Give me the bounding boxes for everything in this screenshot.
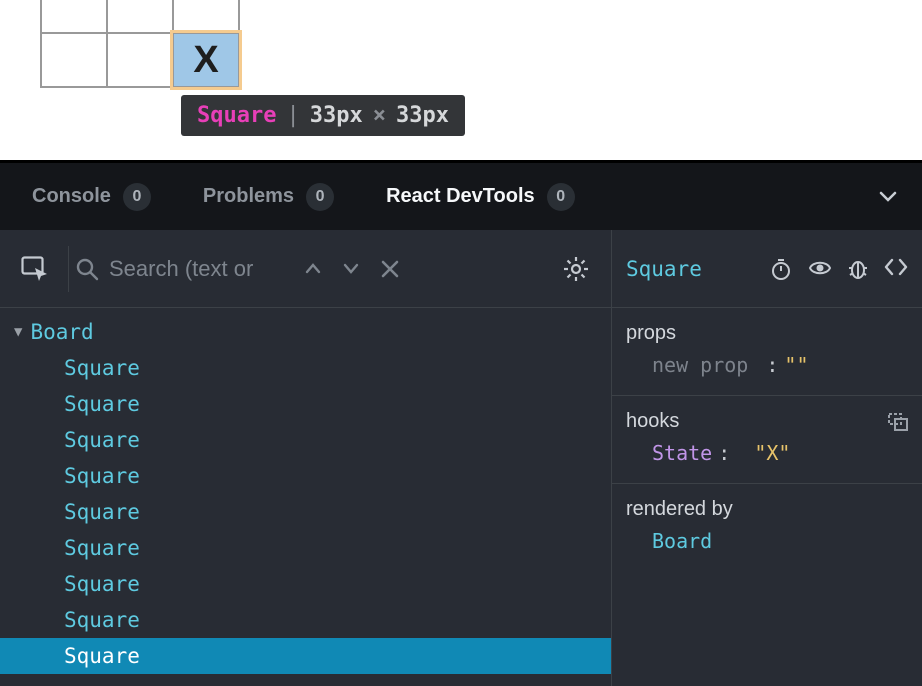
tab-label: Problems <box>203 185 294 208</box>
hooks-heading: hooks <box>626 410 679 433</box>
tree-node-square[interactable]: Square <box>0 458 611 494</box>
element-picker-button[interactable] <box>8 242 62 296</box>
inspect-dom-button[interactable] <box>808 258 832 280</box>
tree-node-board[interactable]: ▼Board <box>0 314 611 350</box>
tree-node-square[interactable]: Square <box>0 386 611 422</box>
tooltip-separator: | <box>286 103 299 128</box>
disclosure-triangle-icon[interactable]: ▼ <box>14 324 22 340</box>
rdt-toolbar <box>0 230 611 308</box>
board-cell-inspected[interactable]: X <box>173 33 239 87</box>
tree-node-square[interactable]: Square <box>0 530 611 566</box>
element-picker-icon <box>21 256 49 282</box>
code-icon <box>884 258 908 276</box>
rendered-by-link[interactable]: Board <box>652 529 712 553</box>
tab-count-badge: 0 <box>306 183 334 211</box>
new-prop-value-input[interactable]: "" <box>784 353 808 377</box>
tooltip-width: 33px <box>310 103 363 128</box>
close-icon <box>381 260 399 278</box>
tooltip-mult: × <box>373 103 386 128</box>
suspend-button[interactable] <box>770 258 792 280</box>
settings-button[interactable] <box>549 242 603 296</box>
tooltip-height: 33px <box>396 103 449 128</box>
board-cell[interactable] <box>173 0 239 33</box>
tab-count-badge: 0 <box>547 183 575 211</box>
devtools-panel: Console 0 Problems 0 React DevTools 0 <box>0 163 922 686</box>
search-prev-button[interactable] <box>299 261 327 277</box>
rendered-by-heading: rendered by <box>626 498 908 521</box>
search-wrap <box>75 256 549 282</box>
tree-node-square[interactable]: Square <box>0 638 611 674</box>
chevron-up-icon <box>305 261 321 277</box>
component-tree-pane: ▼BoardSquareSquareSquareSquareSquareSqua… <box>0 230 612 686</box>
tree-node-square[interactable]: Square <box>0 494 611 530</box>
tree-node-square[interactable]: Square <box>0 422 611 458</box>
tabs-overflow-button[interactable] <box>864 187 912 207</box>
component-tree[interactable]: ▼BoardSquareSquareSquareSquareSquareSqua… <box>0 308 611 686</box>
tab-count-badge: 0 <box>123 183 151 211</box>
board-cell[interactable] <box>107 0 173 33</box>
devtools-tabbar: Console 0 Problems 0 React DevTools 0 <box>0 163 922 230</box>
search-icon <box>75 257 99 281</box>
chevron-down-icon <box>878 187 898 207</box>
rect-dashed-icon <box>888 413 908 431</box>
inspector-pane: Square props <box>612 230 922 686</box>
tab-label: React DevTools <box>386 185 535 208</box>
tab-label: Console <box>32 185 111 208</box>
search-next-button[interactable] <box>337 261 365 277</box>
search-input[interactable] <box>109 256 289 282</box>
log-to-console-button[interactable] <box>848 258 868 280</box>
tree-node-square[interactable]: Square <box>0 350 611 386</box>
rendered-by-section: rendered by Board <box>612 484 922 571</box>
tab-react-devtools[interactable]: React DevTools 0 <box>364 163 597 230</box>
hook-state-value[interactable]: "X" <box>754 441 790 465</box>
props-section: props new prop : "" <box>612 308 922 396</box>
board-cell[interactable] <box>41 33 107 87</box>
inspector-header: Square <box>612 230 922 308</box>
tab-problems[interactable]: Problems 0 <box>181 163 356 230</box>
bug-icon <box>848 258 868 280</box>
hooks-section: hooks State: "X" <box>612 396 922 484</box>
eye-icon <box>808 258 832 278</box>
expand-hooks-button[interactable] <box>888 413 908 431</box>
tab-console[interactable]: Console 0 <box>10 163 173 230</box>
app-viewport: X Square | 33px × 33px <box>0 0 922 163</box>
tictactoe-board: X <box>40 0 240 88</box>
props-heading: props <box>626 322 908 345</box>
search-clear-button[interactable] <box>375 260 405 278</box>
tree-node-square[interactable]: Square <box>0 602 611 638</box>
selected-component-name: Square <box>626 257 702 281</box>
board-cell[interactable] <box>107 33 173 87</box>
chevron-down-icon <box>343 261 359 277</box>
tooltip-component-name: Square <box>197 103 276 128</box>
inspect-tooltip: Square | 33px × 33px <box>181 95 465 136</box>
board-cell[interactable] <box>41 0 107 33</box>
gear-icon <box>563 256 589 282</box>
hook-state-key: State <box>652 441 712 465</box>
stopwatch-icon <box>770 258 792 280</box>
tree-node-square[interactable]: Square <box>0 566 611 602</box>
view-source-button[interactable] <box>884 258 908 280</box>
new-prop-key-input[interactable]: new prop <box>652 353 748 377</box>
